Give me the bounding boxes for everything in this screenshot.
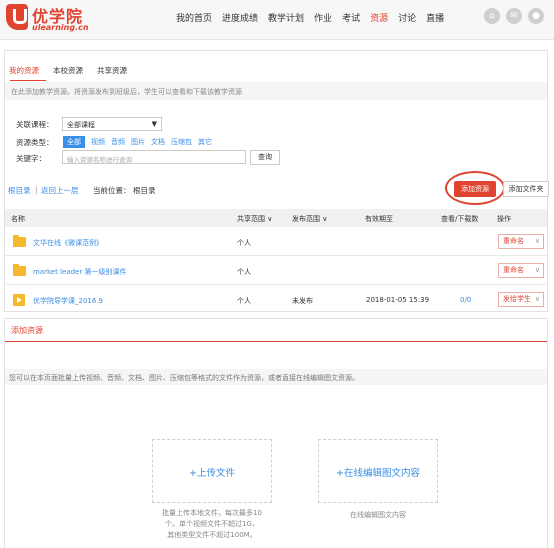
row-share: 个人 — [237, 268, 251, 276]
type-label: 资源类型： — [16, 138, 54, 147]
main-nav: 我的首页 进度成绩 教学计划 作业 考试 资源 讨论 直播 — [176, 11, 454, 24]
online-edit-hint: 在线编辑图文内容 — [350, 511, 406, 519]
nav-resources[interactable]: 资源 — [370, 11, 388, 24]
add-resource-title: 添加资源 — [11, 326, 43, 335]
info-text: 在此添加教学资源。将资源发布到班级后，学生可以查看和下载该教学资源 — [11, 88, 242, 96]
online-edit-label: +在线编辑图文内容 — [336, 468, 420, 479]
video-file-icon — [13, 294, 25, 306]
active-tab-underline — [10, 80, 46, 81]
add-resource-button[interactable]: 添加资源 — [454, 181, 496, 197]
nav-plan[interactable]: 教学计划 — [268, 11, 304, 24]
row-expiry: 2018-01-05 15:39 — [366, 296, 430, 304]
chevron-down-icon: ∨ — [322, 215, 328, 223]
rename-label: 重命名 — [503, 237, 524, 245]
back-link[interactable]: 返回上一层 — [41, 185, 79, 196]
logo-icon[interactable] — [6, 4, 28, 30]
chevron-down-icon: ▼ — [151, 120, 157, 128]
type-document[interactable]: 文档 — [151, 137, 165, 147]
rename-label: 重命名 — [503, 266, 524, 274]
tab-shared-resources[interactable]: 共享资源 — [97, 65, 127, 76]
upload-info-bar: 您可以在本页面批量上传视频、音频、文档、图片、压缩包等格式的文件作为资源，或者直… — [5, 369, 547, 385]
type-audio[interactable]: 音频 — [111, 137, 125, 147]
col-publish[interactable]: 发布范围 ∨ — [292, 214, 327, 224]
chevron-down-icon: ∨ — [534, 295, 540, 303]
send-to-students-button[interactable]: 发给学生 ∨ — [498, 292, 544, 307]
row-views[interactable]: 0/0 — [460, 296, 471, 304]
upload-file-label: +上传文件 — [189, 468, 235, 479]
table-row[interactable]: 优学院导学课_2016.9 个人 未发布 2018-01-05 15:39 0/… — [5, 286, 547, 314]
current-location-label: 当前位置： — [93, 186, 131, 195]
upload-info-text: 您可以在本页面批量上传视频、音频、文档、图片、压缩包等格式的文件作为资源，或者直… — [9, 374, 359, 382]
row-share: 个人 — [237, 297, 251, 305]
upload-file-box[interactable]: +上传文件 — [152, 439, 272, 503]
nav-home[interactable]: 我的首页 — [176, 11, 212, 24]
nav-live[interactable]: 直播 — [426, 11, 444, 24]
resource-tabs: 我的资源 本校资源 共享资源 — [9, 65, 141, 76]
course-select-value: 全部课程 — [67, 121, 95, 129]
table-row[interactable]: 文华在线《微课范例》 个人 重命名 ∨ — [5, 228, 547, 256]
col-publish-label: 发布范围 — [292, 215, 320, 223]
online-edit-box[interactable]: +在线编辑图文内容 — [318, 439, 438, 503]
resources-panel: 我的资源 本校资源 共享资源 在此添加教学资源。将资源发布到班级后，学生可以查看… — [4, 50, 549, 314]
col-ops: 操作 — [497, 215, 511, 223]
nav-exam[interactable]: 考试 — [342, 11, 360, 24]
keyword-input[interactable]: 输入资源名称进行查询 — [62, 150, 246, 164]
type-video[interactable]: 视频 — [91, 137, 105, 147]
tab-school-resources[interactable]: 本校资源 — [53, 65, 83, 76]
row-share: 个人 — [237, 239, 251, 247]
row-name[interactable]: 文华在线《微课范例》 — [33, 238, 103, 248]
query-button[interactable]: 查询 — [250, 150, 280, 165]
logo-subtitle: ulearning.cn — [32, 23, 89, 32]
chevron-down-icon: ∨ — [534, 266, 540, 274]
nav-homework[interactable]: 作业 — [314, 11, 332, 24]
type-archive[interactable]: 压缩包 — [171, 137, 192, 147]
chevron-down-icon: ∨ — [267, 215, 273, 223]
col-name: 名称 — [11, 215, 25, 223]
type-image[interactable]: 图片 — [131, 137, 145, 147]
upload-hint-line: 其他类型文件不超过100M。 — [167, 531, 257, 539]
type-all[interactable]: 全部 — [63, 136, 85, 148]
add-folder-button[interactable]: 添加文件夹 — [503, 181, 549, 197]
folder-icon — [13, 264, 26, 276]
row-publish: 未发布 — [292, 297, 313, 305]
user-icon[interactable]: ● — [528, 8, 544, 24]
home-icon[interactable]: ⌂ — [484, 8, 500, 24]
col-views: 查看/下载数 — [441, 215, 479, 223]
chevron-down-icon: ∨ — [534, 237, 540, 245]
current-location-value: 根目录 — [133, 186, 156, 195]
col-share[interactable]: 共享范围 ∨ — [237, 214, 272, 224]
rename-button[interactable]: 重命名 ∨ — [498, 234, 544, 249]
breadcrumb-separator: | — [35, 185, 38, 194]
info-bar: 在此添加教学资源。将资源发布到班级后，学生可以查看和下载该教学资源 — [5, 82, 547, 100]
row-name[interactable]: market leader 第一级别课件 — [33, 267, 126, 277]
top-header: 优学院 ulearning.cn 我的首页 进度成绩 教学计划 作业 考试 资源… — [0, 0, 554, 40]
table-row[interactable]: market leader 第一级别课件 个人 重命名 ∨ — [5, 257, 547, 285]
upload-hint-line: 个。单个视频文件不超过1G， — [165, 520, 259, 528]
course-select[interactable]: 全部课程 ▼ — [62, 117, 162, 131]
col-share-label: 共享范围 — [237, 215, 265, 223]
type-other[interactable]: 其它 — [198, 137, 212, 147]
folder-icon — [13, 235, 26, 247]
mail-icon[interactable]: ✉ — [506, 8, 522, 24]
tab-my-resources[interactable]: 我的资源 — [9, 65, 39, 76]
col-expiry: 有效期至 — [365, 215, 393, 223]
rename-button[interactable]: 重命名 ∨ — [498, 263, 544, 278]
row-name[interactable]: 优学院导学课_2016.9 — [33, 296, 103, 306]
breadcrumb-root[interactable]: 根目录 — [8, 185, 31, 196]
title-underline — [5, 341, 547, 342]
upload-hint: 批量上传本地文件，每次最多10 个。单个视频文件不超过1G， 其他类型文件不超过… — [142, 508, 282, 541]
nav-progress[interactable]: 进度成绩 — [222, 11, 258, 24]
type-filter: 全部 视频 音频 图片 文档 压缩包 其它 — [63, 136, 218, 148]
keyword-label: 关键字： — [16, 154, 46, 163]
table-header: 名称 共享范围 ∨ 发布范围 ∨ 有效期至 查看/下载数 操作 — [5, 209, 547, 227]
upload-hint-line: 批量上传本地文件，每次最多10 — [162, 509, 262, 517]
send-label: 发给学生 — [503, 295, 531, 303]
add-resource-panel: 添加资源 您可以在本页面批量上传视频、音频、文档、图片、压缩包等格式的文件作为资… — [4, 318, 548, 548]
course-label: 关联课程： — [16, 120, 54, 129]
nav-discussion[interactable]: 讨论 — [398, 11, 416, 24]
